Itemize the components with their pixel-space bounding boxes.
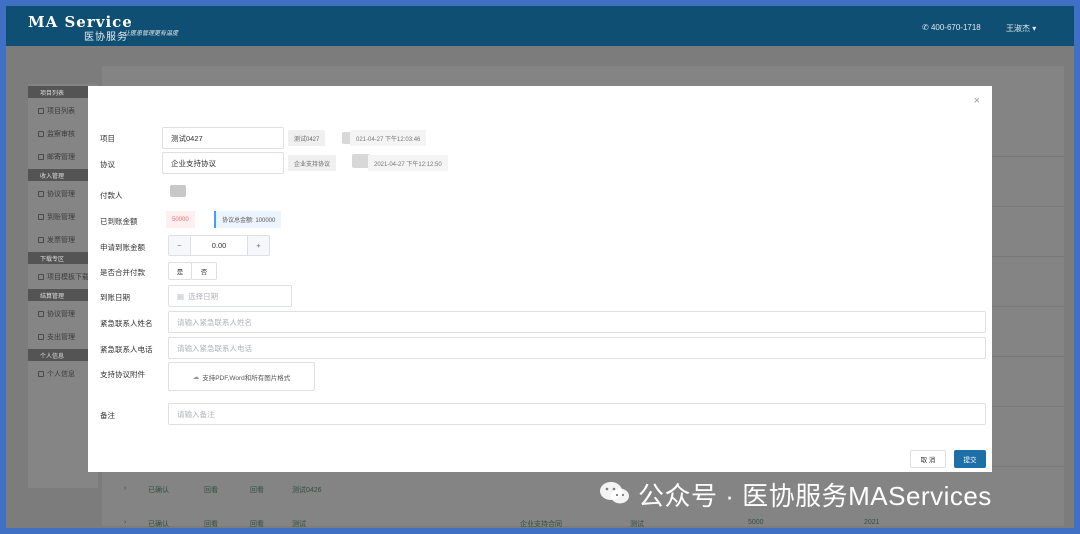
- contact-name-input[interactable]: 请输入紧急联系人姓名: [168, 311, 986, 333]
- merge-label: 是否合并付款: [100, 268, 145, 277]
- brand-sub: 医协服务: [84, 32, 128, 43]
- table-row[interactable]: › 已确认 回看 回看 测试 企业支持合同 测试 5000 2021: [102, 512, 1064, 528]
- project-date: 021-04-27 下午12:03:46: [350, 130, 427, 146]
- row-link[interactable]: 回看: [250, 519, 264, 528]
- remark-label: 备注: [100, 411, 115, 420]
- row-code: 企业支持合同: [520, 521, 562, 528]
- attachment-label: 支持协议附件: [100, 370, 145, 379]
- contact-phone-label: 紧急联系人电话: [100, 345, 153, 354]
- received-amount: 50000: [166, 211, 195, 228]
- upload-area[interactable]: ☁ 支持PDF,Word和所有图片格式: [168, 362, 315, 391]
- agreement-tag: 企业支持协议: [288, 155, 337, 171]
- mail-icon: [38, 154, 44, 160]
- row-status: 已确认: [148, 487, 169, 494]
- apply-label: 申请到账金额: [100, 243, 145, 252]
- row-link[interactable]: 回看: [250, 485, 264, 495]
- expand-icon[interactable]: ›: [124, 485, 126, 492]
- watermark-text: 公众号 · 医协服务MAServices: [638, 481, 992, 511]
- list-icon: [38, 108, 44, 114]
- date-placeholder: 选择日期: [188, 291, 219, 301]
- agreement-label: 协议: [100, 160, 115, 169]
- row-link[interactable]: 回看: [204, 519, 218, 528]
- contact-phone-input[interactable]: 请输入紧急联系人电话: [168, 337, 986, 359]
- date-picker[interactable]: ▦ 选择日期: [168, 285, 292, 307]
- invoice-icon: [38, 237, 44, 243]
- row-project: 测试0426: [292, 487, 322, 494]
- row-amount: 5000: [748, 519, 764, 526]
- agreement-total: 协议总金额: 100000: [214, 211, 282, 228]
- arrival-dialog: × 项目 测试0427 测试0427 021-04-27 下午12:03:46 …: [88, 86, 992, 472]
- agreement-date: 2021-04-27 下午12:12:50: [368, 155, 448, 171]
- wallet-icon: [38, 214, 44, 220]
- user-menu[interactable]: 王淑杰 ▾: [1006, 23, 1036, 34]
- project-tag: 测试0427: [288, 130, 326, 146]
- top-header: MA Service 医协服务 让医患管理更有温度 ✆ 400-670-1718…: [6, 6, 1074, 46]
- close-icon[interactable]: ×: [974, 95, 980, 107]
- minus-button[interactable]: −: [169, 236, 191, 255]
- folder-icon: [38, 191, 44, 197]
- amount-input[interactable]: 0.00: [191, 241, 247, 250]
- wechat-icon: [600, 482, 629, 504]
- received-label: 已到账金额: [100, 217, 138, 226]
- plus-button[interactable]: +: [247, 236, 269, 255]
- agreement-select[interactable]: 企业支持协议: [162, 152, 284, 174]
- amount-stepper[interactable]: − 0.00 +: [168, 235, 270, 256]
- row-link[interactable]: 回看: [204, 485, 218, 495]
- expand-icon[interactable]: ›: [124, 519, 126, 526]
- payer-label: 付款人: [100, 191, 123, 200]
- row-type: 测试: [630, 521, 644, 528]
- merge-no-button[interactable]: 否: [191, 262, 217, 280]
- merge-yes-button[interactable]: 是: [168, 262, 192, 280]
- project-label: 项目: [100, 134, 115, 143]
- download-icon: [38, 274, 44, 280]
- header-phone: ✆ 400-670-1718: [922, 23, 981, 32]
- date-label: 到账日期: [100, 293, 130, 302]
- person-icon: [38, 371, 44, 377]
- cloud-upload-icon: ☁: [192, 373, 200, 381]
- cancel-button[interactable]: 取 消: [910, 450, 946, 468]
- user-icon: [38, 131, 44, 137]
- row-project: 测试: [292, 521, 306, 528]
- folder-icon: [38, 334, 44, 340]
- edit-icon: [38, 311, 44, 317]
- brand-slogan: 让医患管理更有温度: [124, 31, 179, 37]
- project-select[interactable]: 测试0427: [162, 127, 284, 149]
- contact-name-label: 紧急联系人姓名: [100, 319, 153, 328]
- app-frame: MA Service 医协服务 让医患管理更有温度 ✆ 400-670-1718…: [6, 6, 1074, 528]
- row-status: 已确认: [148, 521, 169, 528]
- row-year: 2021: [864, 519, 880, 526]
- submit-button[interactable]: 提交: [954, 450, 986, 468]
- redacted-block: [170, 185, 186, 197]
- remark-input[interactable]: 请输入备注: [168, 403, 986, 425]
- calendar-icon: ▦: [177, 291, 185, 301]
- phone-icon: ✆: [922, 23, 931, 32]
